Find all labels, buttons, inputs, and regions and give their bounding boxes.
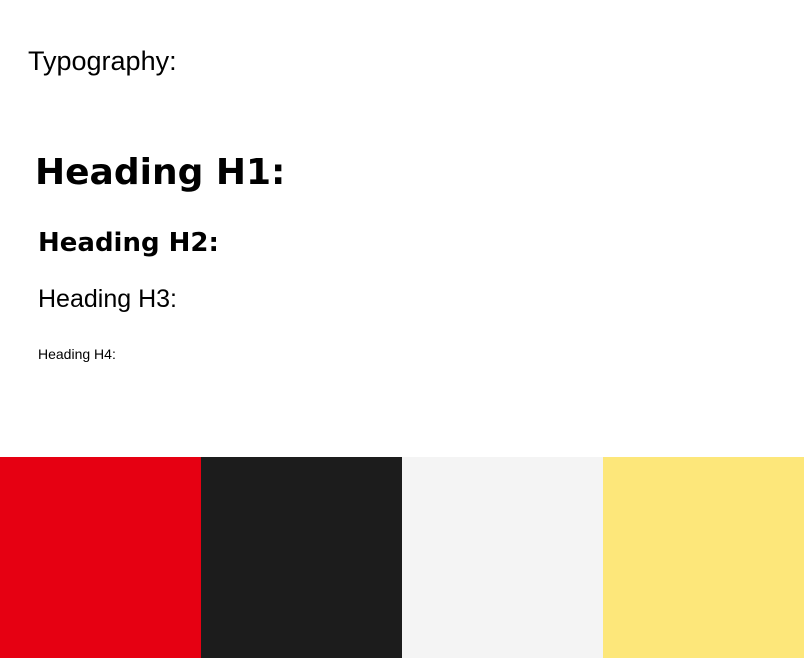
typography-section-title: Typography: — [28, 46, 177, 76]
color-swatch-light-gray — [402, 457, 603, 658]
heading-h1-sample: Heading H1: — [35, 152, 286, 193]
color-swatch-yellow — [603, 457, 804, 658]
heading-h4-sample: Heading H4: — [38, 346, 116, 362]
heading-h2-sample: Heading H2: — [38, 228, 219, 258]
color-palette — [0, 457, 804, 658]
color-swatch-red — [0, 457, 201, 658]
color-swatch-black — [201, 457, 402, 658]
heading-h3-sample: Heading H3: — [38, 285, 177, 313]
